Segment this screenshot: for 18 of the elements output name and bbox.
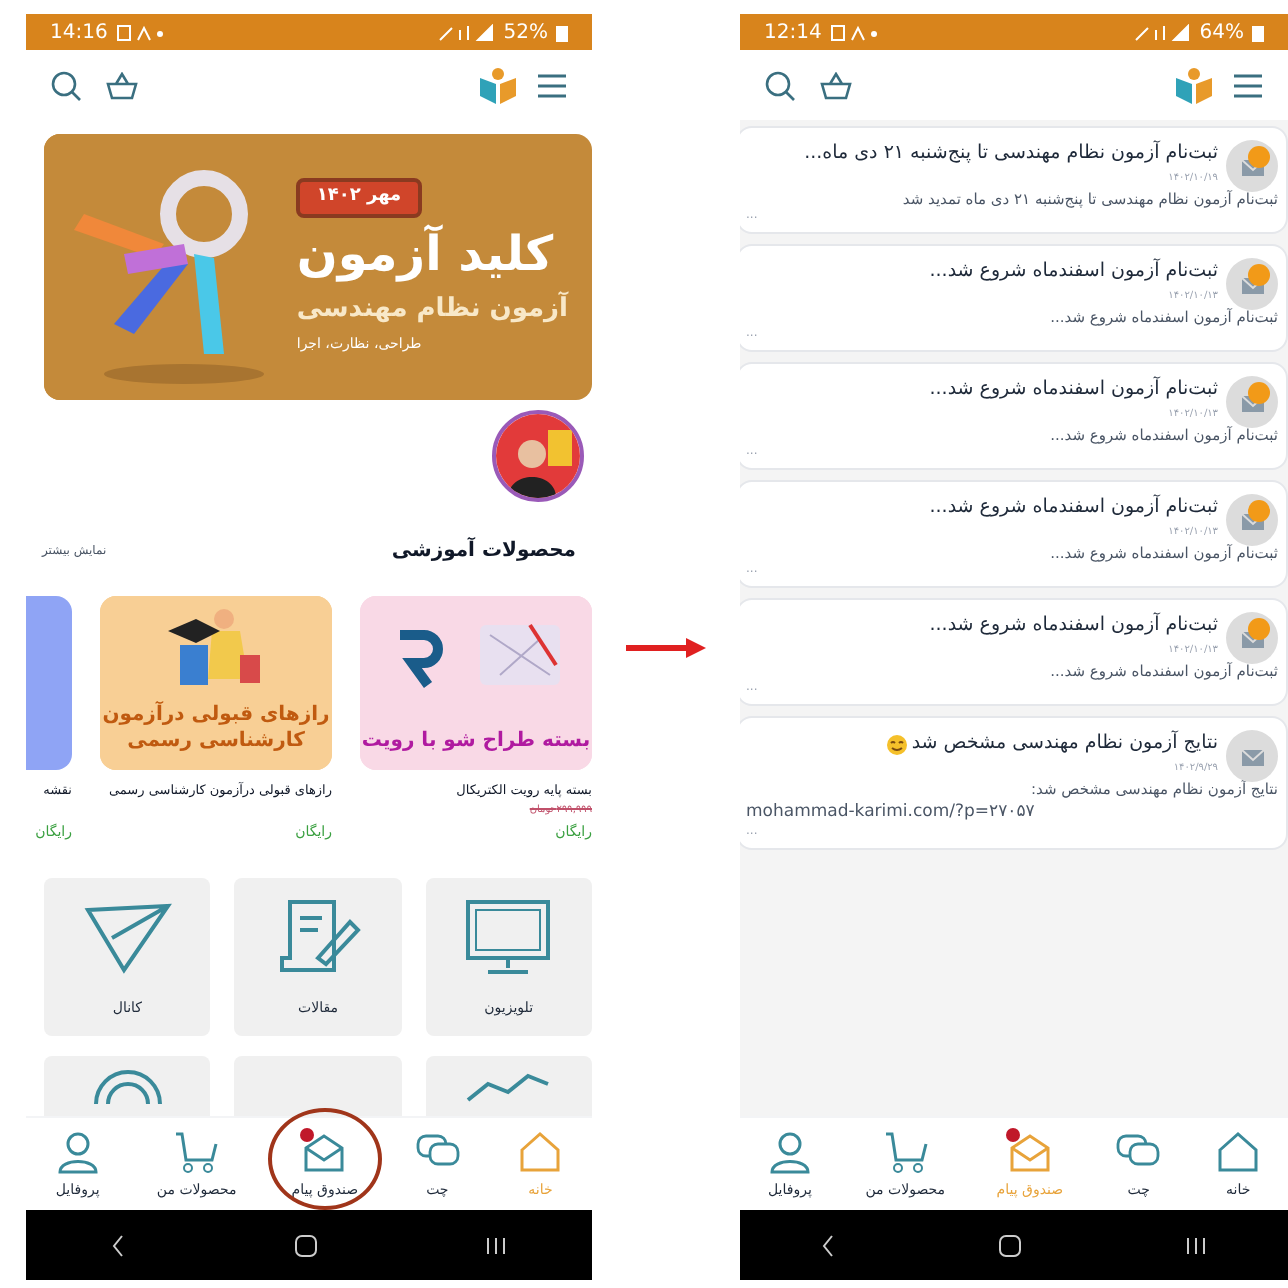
battery-level: 64%: [1199, 19, 1244, 47]
battery-level: 52%: [503, 19, 548, 47]
section-title: محصولات آموزشی: [391, 535, 576, 565]
message-title: ثبت‌نام آزمون اسفندماه شروع شد...: [929, 612, 1218, 640]
product-art-title: رازهای قبولی درآزمون کارشناسی رسمی: [100, 704, 332, 754]
status-time: 14:16: [50, 19, 108, 47]
message-title: ثبت‌نام آزمون نظام مهندسی تا پنج‌شنبه ۲۱ دی ماه...: [804, 140, 1218, 168]
message-link[interactable]: mohammad-karimi.com/?p=۲۷۰۵۷: [746, 800, 1035, 826]
product-card[interactable]: بسته طراح شو با رویت: [360, 596, 592, 770]
date-badge: مهر ۱۴۰۲: [296, 178, 422, 217]
banner-subtitle: آزمون نظام مهندسی: [296, 289, 568, 327]
product-art-title: بسته طراح شو با رویت: [360, 729, 592, 754]
message-title: ثبت‌نام آزمون اسفندماه شروع شد...: [929, 376, 1218, 404]
message-title: ثبت‌نام آزمون اسفندماه شروع شد...: [929, 494, 1218, 522]
banner-title: کلید آزمون: [296, 223, 554, 283]
message-title: ثبت‌نام آزمون اسفندماه شروع شد...: [929, 258, 1218, 286]
status-time: 12:14: [764, 19, 822, 47]
message-title: نتایج آزمون نظام مهندسی مشخص شد: [911, 730, 1218, 758]
